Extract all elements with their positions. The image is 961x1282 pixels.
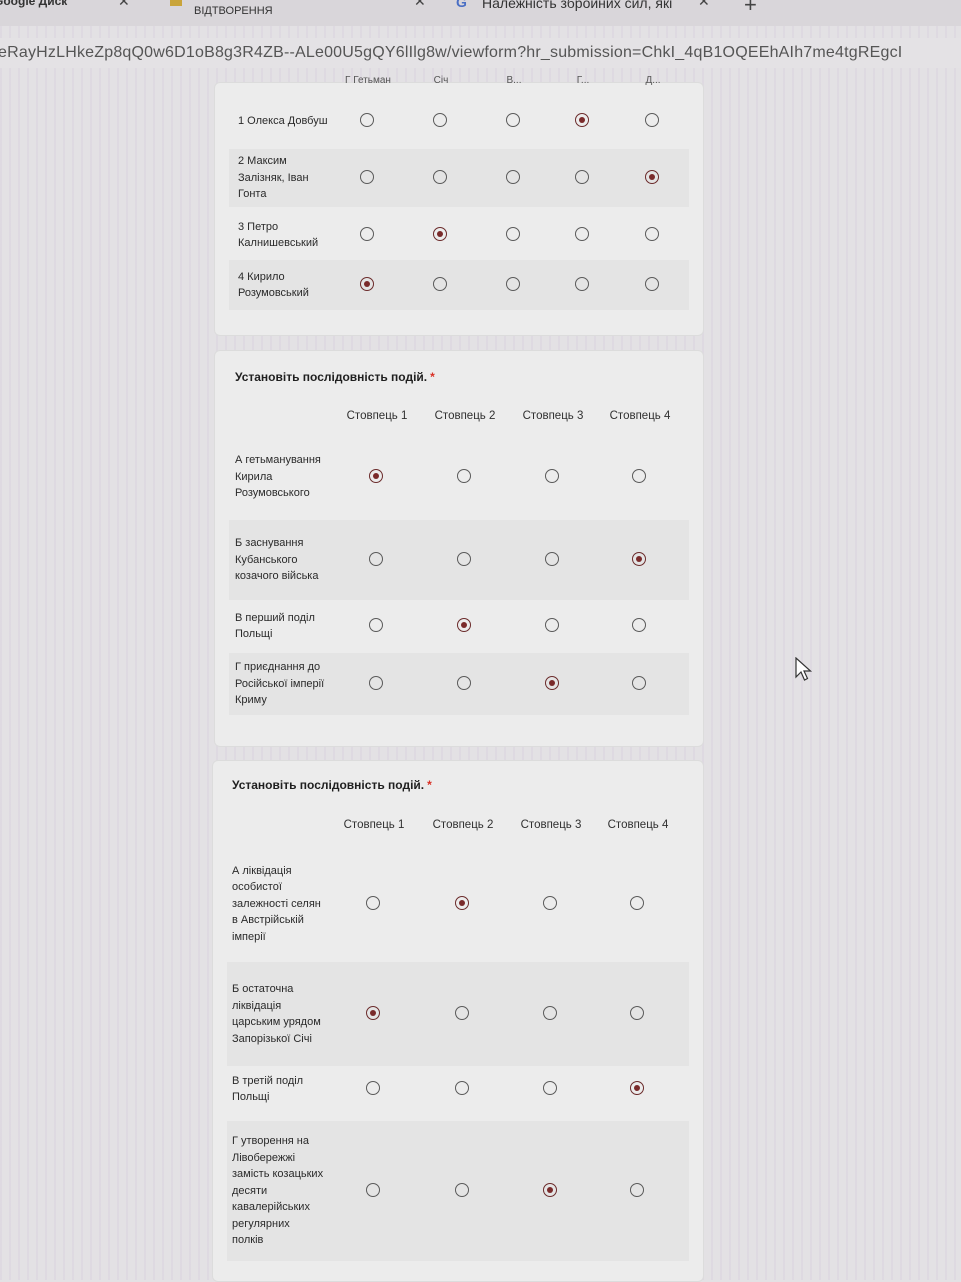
row-label: В третій поділ Польщі <box>232 1074 304 1104</box>
radio-button[interactable] <box>457 618 472 633</box>
tab-label: ВІДТВОРЕННЯ <box>194 5 273 17</box>
radio-button[interactable] <box>506 227 521 242</box>
question-card-1: Г Гетьман Січ В... Г... Д... 1 Олекса Довбуш 2… <box>214 75 704 336</box>
tab-favicon-icon <box>170 0 182 6</box>
column-header: Стовпець 3 <box>522 410 584 422</box>
radio-button[interactable] <box>369 618 384 633</box>
radio-button[interactable] <box>632 469 647 484</box>
column-header: Г Гетьман <box>345 75 391 86</box>
question-title-text: Установіть послідовність подій. <box>235 370 428 384</box>
address-bar[interactable]: eRayHzLHkeZp8qQ0w6D1oB8g3R4ZB--ALe00U5gQ… <box>0 38 961 68</box>
new-tab-icon[interactable]: + <box>744 0 757 18</box>
question-card-2: Установіть послідовність подій. * Стовпец… <box>214 350 704 747</box>
column-header: Стовпець 1 <box>343 819 405 831</box>
question-title: Установіть послідовність подій. * <box>232 778 432 792</box>
row-label: В перший поділ Польщі <box>235 611 315 641</box>
radio-button[interactable] <box>506 113 521 128</box>
column-header: Стовпець 1 <box>346 410 408 422</box>
column-header: Стовпець 4 <box>607 819 669 831</box>
url-text: eRayHzLHkeZp8qQ0w6D1oB8g3R4ZB--ALe00U5gQ… <box>0 44 903 61</box>
close-icon[interactable]: ✕ <box>414 0 426 8</box>
column-header: Стовпець 2 <box>434 410 496 422</box>
column-header: Г... <box>576 75 590 86</box>
row-label: А ліквідація особистої залежності селян … <box>232 864 321 943</box>
required-mark: * <box>430 370 435 384</box>
column-header: Стовпець 2 <box>432 819 494 831</box>
radio-button[interactable] <box>369 469 384 484</box>
google-icon: G <box>456 0 467 10</box>
row-label: Г приєднання до Російської імперії Криму <box>235 661 325 706</box>
column-header: Січ <box>433 75 449 86</box>
radio-button[interactable] <box>575 227 590 242</box>
tab-google-search[interactable]: G Належність збройних сил, які ✕ <box>448 0 728 26</box>
radio-button[interactable] <box>433 227 448 242</box>
radio-button[interactable] <box>433 113 448 128</box>
required-mark: * <box>427 778 432 792</box>
row-label: 4 Кирило Розумовський <box>238 270 309 300</box>
radio-button[interactable] <box>545 618 560 633</box>
radio-button[interactable] <box>645 113 660 128</box>
radio-button[interactable] <box>630 896 645 911</box>
radio-button[interactable] <box>457 469 472 484</box>
row-label: Г утворення на Лівобережжі замість козац… <box>232 1135 324 1246</box>
radio-button[interactable] <box>455 1081 470 1096</box>
column-header: Стовпець 3 <box>520 819 582 831</box>
question-card-3: Установіть послідовність подій. * Стовпец… <box>212 760 704 1282</box>
browser-tab-strip: Google Диск ✕ ВІДТВОРЕННЯ ✕ G Належність… <box>0 0 961 26</box>
row-label: Б остаточна ліквідація царським урядом З… <box>232 983 321 1045</box>
row-label: Б заснування Кубанського козачого військ… <box>235 537 319 582</box>
radio-button[interactable] <box>366 1081 381 1096</box>
radio-button[interactable] <box>543 1081 558 1096</box>
radio-button[interactable] <box>630 1081 645 1096</box>
question-title-text: Установіть послідовність подій. <box>232 778 425 792</box>
radio-button[interactable] <box>360 113 375 128</box>
row-label: 3 Петро Калнишевський <box>238 220 319 250</box>
radio-button[interactable] <box>645 227 660 242</box>
column-header: В... <box>506 75 522 86</box>
tab-google-drive[interactable]: Google Диск ✕ <box>0 0 154 26</box>
column-header: Стовпець 4 <box>609 410 671 422</box>
radio-button[interactable] <box>575 113 590 128</box>
close-icon[interactable]: ✕ <box>698 0 710 8</box>
radio-button[interactable] <box>366 896 381 911</box>
row-label: А гетьманування Кирила Розумовського <box>235 454 321 499</box>
tab-playback[interactable]: ВІДТВОРЕННЯ ✕ <box>160 0 440 26</box>
question-title: Установіть послідовність подій. * <box>235 370 435 384</box>
radio-button[interactable] <box>360 227 375 242</box>
radio-button[interactable] <box>455 896 470 911</box>
column-header: Д... <box>645 75 661 86</box>
row-label: 1 Олекса Довбуш <box>238 114 328 127</box>
radio-button[interactable] <box>545 469 560 484</box>
tab-label: Google Диск <box>0 0 68 8</box>
mouse-cursor-icon <box>795 657 813 681</box>
radio-button[interactable] <box>632 618 647 633</box>
radio-button[interactable] <box>543 896 558 911</box>
row-label: 2 Максим Залізняк, Іван Гонта <box>238 155 309 200</box>
close-icon[interactable]: ✕ <box>118 0 130 8</box>
tab-label: Належність збройних сил, які <box>482 0 673 11</box>
